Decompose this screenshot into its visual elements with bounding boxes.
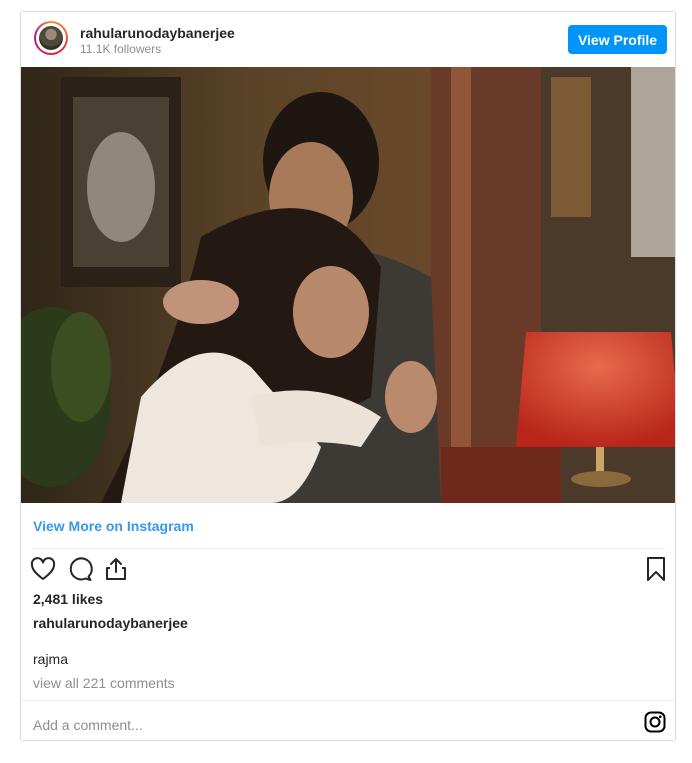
- add-comment-field[interactable]: Add a comment...: [33, 717, 143, 733]
- view-all-comments-link[interactable]: view all 221 comments: [33, 675, 175, 691]
- post-header: rahularunodaybanerjee 11.1K followers Vi…: [21, 12, 675, 67]
- like-count[interactable]: 2,481 likes: [33, 591, 103, 607]
- instagram-embed-card: rahularunodaybanerjee 11.1K followers Vi…: [20, 11, 676, 741]
- action-bar: [21, 555, 675, 587]
- comment-bar: Add a comment...: [21, 700, 675, 740]
- profile-avatar[interactable]: [34, 21, 68, 55]
- share-icon[interactable]: [102, 555, 130, 583]
- header-username[interactable]: rahularunodaybanerjee: [80, 25, 235, 41]
- caption-username[interactable]: rahularunodaybanerjee: [33, 615, 188, 631]
- view-profile-button[interactable]: View Profile: [568, 25, 667, 54]
- bookmark-icon[interactable]: [642, 555, 670, 583]
- divider: [33, 548, 665, 549]
- post-photo[interactable]: [21, 67, 675, 503]
- view-more-on-instagram-link[interactable]: View More on Instagram: [33, 518, 194, 534]
- post-caption: rajma: [33, 651, 69, 667]
- follower-count: 11.1K followers: [80, 42, 162, 56]
- comment-bubble-icon[interactable]: [66, 555, 94, 583]
- instagram-logo-icon[interactable]: [644, 711, 666, 733]
- heart-icon[interactable]: [29, 555, 57, 583]
